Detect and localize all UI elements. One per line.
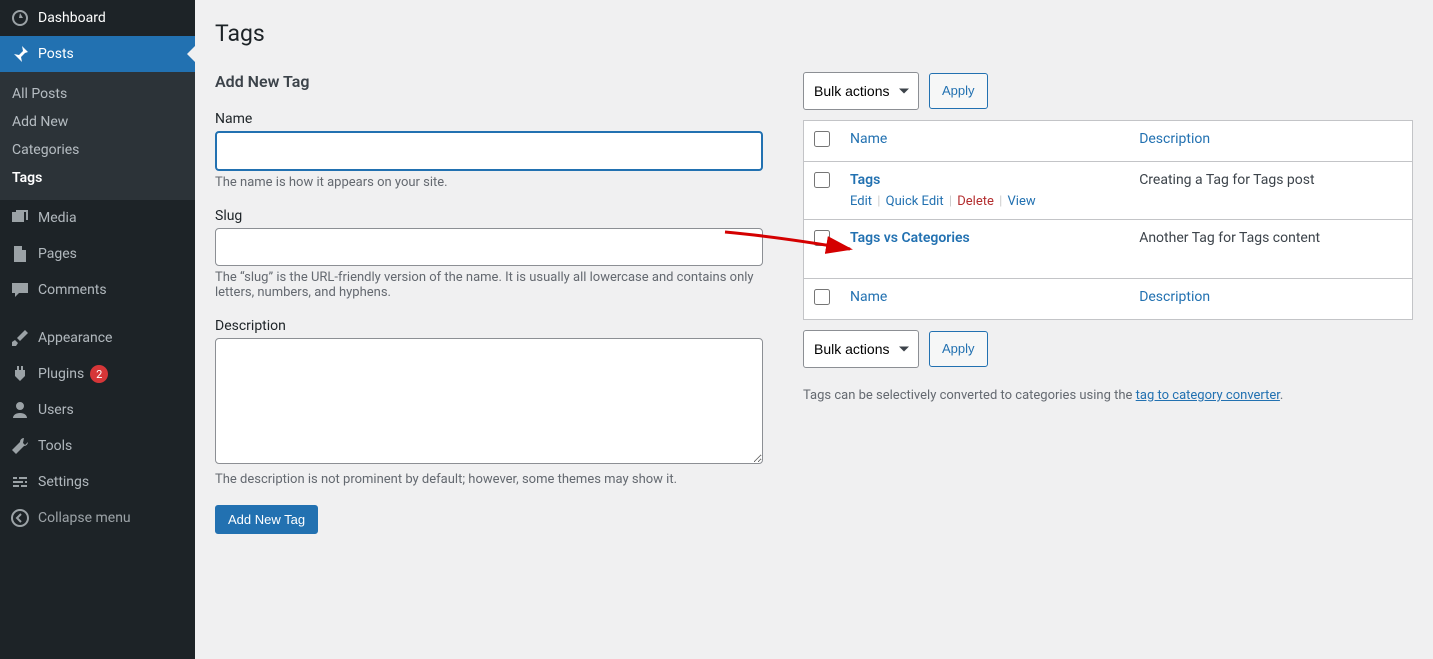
plugins-update-badge: 2 (90, 365, 108, 383)
converter-note: Tags can be selectively converted to cat… (803, 388, 1413, 403)
menu-label: Dashboard (38, 10, 106, 26)
row-edit-link[interactable]: Edit (850, 194, 872, 209)
menu-label: Plugins (38, 366, 84, 382)
description-help: The description is not prominent by defa… (215, 472, 763, 487)
menu-settings[interactable]: Settings (0, 464, 195, 500)
slug-label: Slug (215, 208, 763, 224)
add-tag-form: Add New Tag Name The name is how it appe… (215, 72, 763, 534)
submenu-tags[interactable]: Tags (0, 164, 195, 192)
row-checkbox[interactable] (814, 172, 830, 188)
admin-sidebar: Dashboard Posts All Posts Add New Catego… (0, 0, 195, 659)
row-description: Creating a Tag for Tags post (1129, 162, 1412, 220)
menu-label: Tools (38, 438, 72, 454)
main-content: Tags Add New Tag Name The name is how it… (195, 0, 1433, 659)
user-icon (10, 400, 30, 420)
description-label: Description (215, 318, 763, 334)
tablenav-top: Bulk actions Apply (803, 72, 1413, 110)
row-description: Another Tag for Tags content (1129, 220, 1412, 279)
field-description: Description The description is not promi… (215, 318, 763, 487)
menu-media[interactable]: Media (0, 200, 195, 236)
menu-pages[interactable]: Pages (0, 236, 195, 272)
menu-label: Collapse menu (38, 510, 131, 526)
menu-label: Comments (38, 282, 107, 298)
description-input[interactable] (215, 338, 763, 464)
submenu-posts: All Posts Add New Categories Tags (0, 72, 195, 200)
col-name-footer[interactable]: Name (840, 279, 1129, 320)
name-input[interactable] (215, 131, 763, 171)
row-title-link[interactable]: Tags vs Categories (850, 230, 970, 246)
menu-appearance[interactable]: Appearance (0, 320, 195, 356)
add-tag-button[interactable]: Add New Tag (215, 505, 318, 534)
row-checkbox[interactable] (814, 230, 830, 246)
plugin-icon (10, 364, 30, 384)
pin-icon (10, 44, 30, 64)
bulk-actions-select-top[interactable]: Bulk actions (803, 72, 919, 110)
submenu-add-new[interactable]: Add New (0, 108, 195, 136)
tags-table: Name Description Tags Edit | Quick Edit (803, 120, 1413, 320)
menu-label: Settings (38, 474, 89, 490)
submenu-all-posts[interactable]: All Posts (0, 80, 195, 108)
table-row: Tags vs Categories Another Tag for Tags … (804, 220, 1413, 279)
menu-dashboard[interactable]: Dashboard (0, 0, 195, 36)
select-all-top[interactable] (814, 131, 830, 147)
tablenav-bottom: Bulk actions Apply (803, 330, 1413, 368)
menu-label: Posts (38, 46, 74, 62)
collapse-menu[interactable]: Collapse menu (0, 500, 195, 536)
menu-label: Appearance (38, 330, 112, 346)
page-title: Tags (215, 20, 1413, 47)
col-desc-footer[interactable]: Description (1129, 279, 1412, 320)
tags-list-panel: Bulk actions Apply Name Description (803, 72, 1413, 534)
bulk-apply-top[interactable]: Apply (929, 73, 988, 109)
field-slug: Slug The “slug” is the URL-friendly vers… (215, 208, 763, 300)
bulk-actions-select-bottom[interactable]: Bulk actions (803, 330, 919, 368)
select-all-bottom[interactable] (814, 289, 830, 305)
form-heading: Add New Tag (215, 72, 763, 91)
menu-users[interactable]: Users (0, 392, 195, 428)
brush-icon (10, 328, 30, 348)
menu-plugins[interactable]: Plugins 2 (0, 356, 195, 392)
bulk-apply-bottom[interactable]: Apply (929, 331, 988, 367)
menu-label: Media (38, 210, 77, 226)
menu-posts[interactable]: Posts (0, 36, 195, 72)
tag-to-category-link[interactable]: tag to category converter (1136, 388, 1280, 403)
comment-icon (10, 280, 30, 300)
dashboard-icon (10, 8, 30, 28)
row-view-link[interactable]: View (1008, 194, 1036, 209)
row-quickedit-link[interactable]: Quick Edit (886, 194, 944, 209)
wrench-icon (10, 436, 30, 456)
menu-label: Pages (38, 246, 77, 262)
row-delete-link[interactable]: Delete (957, 194, 994, 209)
row-title-link[interactable]: Tags (850, 172, 880, 188)
row-actions: Edit | Quick Edit | Delete | View (850, 194, 1119, 209)
name-help: The name is how it appears on your site. (215, 175, 763, 190)
col-desc-header[interactable]: Description (1129, 121, 1412, 162)
media-icon (10, 208, 30, 228)
table-row: Tags Edit | Quick Edit | Delete | View (804, 162, 1413, 220)
name-label: Name (215, 111, 763, 127)
sliders-icon (10, 472, 30, 492)
page-icon (10, 244, 30, 264)
field-name: Name The name is how it appears on your … (215, 111, 763, 190)
col-name-header[interactable]: Name (840, 121, 1129, 162)
menu-comments[interactable]: Comments (0, 272, 195, 308)
slug-input[interactable] (215, 228, 763, 266)
submenu-categories[interactable]: Categories (0, 136, 195, 164)
collapse-icon (10, 508, 30, 528)
slug-help: The “slug” is the URL-friendly version o… (215, 270, 763, 300)
menu-tools[interactable]: Tools (0, 428, 195, 464)
menu-label: Users (38, 402, 74, 418)
